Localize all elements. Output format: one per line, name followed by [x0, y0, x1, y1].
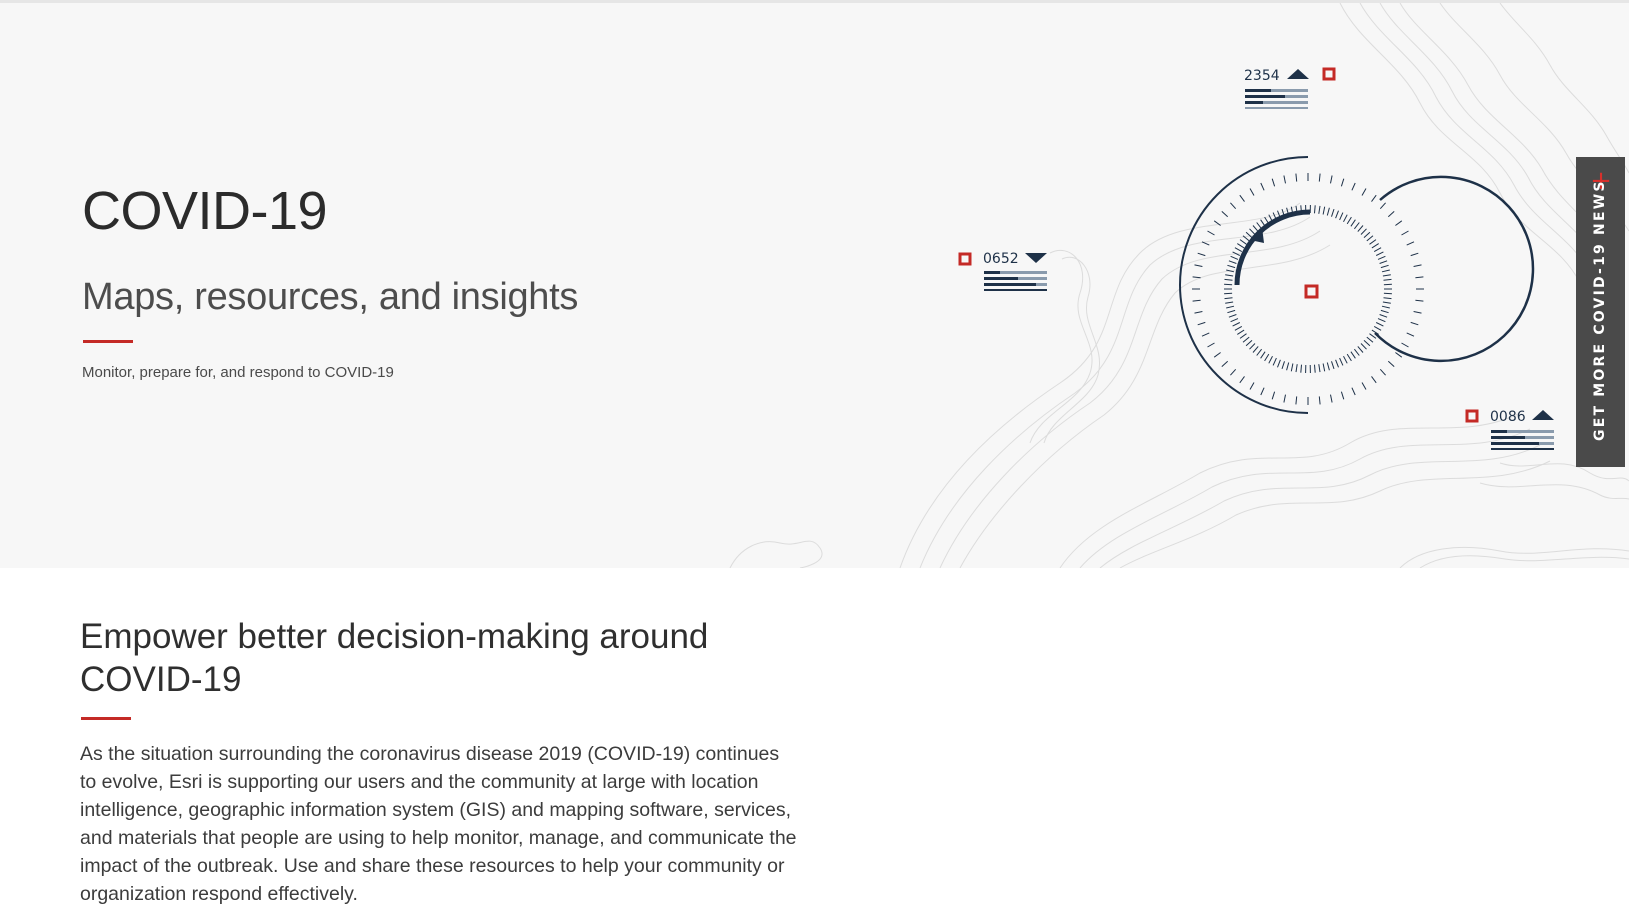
- hero-banner: COVID-19 Maps, resources, and insights M…: [0, 3, 1629, 568]
- location-marker-icon: [1465, 409, 1479, 423]
- stat-marker-right: 0086: [1465, 409, 1554, 450]
- section-heading: Empower better decision-making around CO…: [80, 617, 709, 699]
- radar-gauge: [1179, 156, 1535, 414]
- gauge-center-marker-icon: [1304, 284, 1319, 299]
- stat-marker-top: 2354: [1244, 67, 1336, 109]
- stat-bars-left: [984, 271, 1047, 291]
- gauge-outer-arc: [1179, 156, 1309, 414]
- trend-down-icon: [1025, 253, 1047, 263]
- location-marker-icon: [958, 252, 972, 266]
- trend-up-icon: [1287, 69, 1309, 79]
- trend-up-icon: [1532, 410, 1554, 420]
- covid-news-tab-label: GET MORE COVID-19 NEWS: [1592, 179, 1608, 441]
- stat-value-right: 0086: [1490, 409, 1526, 425]
- section-accent-rule: [81, 717, 131, 720]
- gauge-inner-ticks: [1224, 204, 1392, 374]
- gauge-progress-arc: [1234, 209, 1311, 286]
- stat-value-left: 0652: [983, 251, 1019, 267]
- covid-news-tab[interactable]: + GET MORE COVID-19 NEWS: [1576, 157, 1625, 467]
- gauge-inner-arc: [1374, 175, 1535, 363]
- radar-visualization: 2354 0652 0086: [958, 67, 1554, 450]
- stat-bars-right: [1491, 430, 1554, 450]
- stat-value-top: 2354: [1244, 68, 1280, 84]
- stat-bars-top: [1245, 89, 1308, 109]
- section-body-text: As the situation surrounding the coronav…: [80, 743, 797, 905]
- location-marker-icon: [1322, 67, 1336, 81]
- page: COVID-19 Maps, resources, and insights M…: [0, 0, 1629, 922]
- stat-marker-left: 0652: [958, 251, 1047, 291]
